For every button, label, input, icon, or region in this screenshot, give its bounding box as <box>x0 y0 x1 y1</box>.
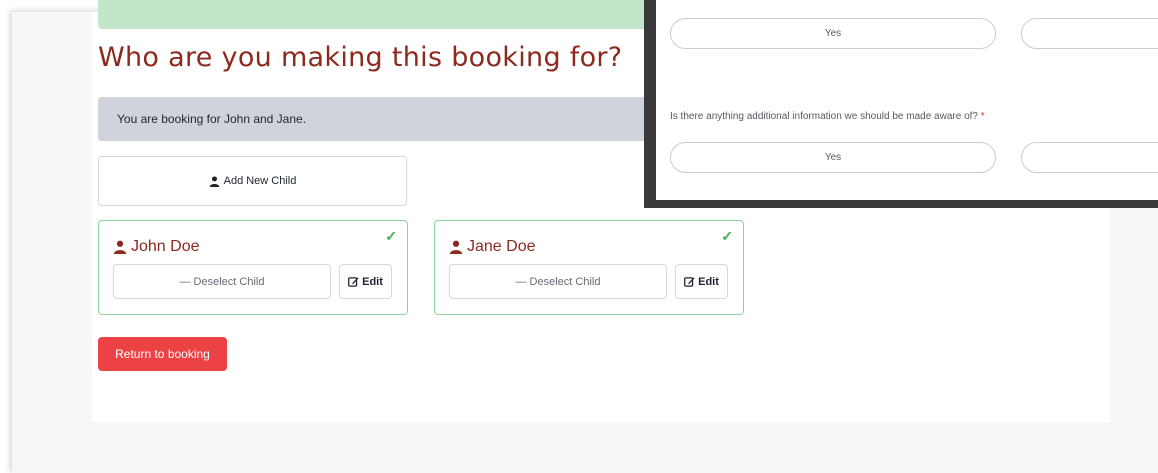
edit-label: Edit <box>362 275 383 288</box>
user-icon <box>449 240 463 254</box>
minus-icon: — <box>179 275 191 288</box>
edit-child-button[interactable]: Edit <box>675 264 728 299</box>
return-to-booking-button[interactable]: Return to booking <box>98 337 227 371</box>
deselect-child-button[interactable]: — Deselect Child <box>449 264 667 299</box>
additional-info-question: Is there anything additional information… <box>670 111 985 122</box>
child-name-row: Jane Doe <box>449 238 536 256</box>
deselect-child-button[interactable]: — Deselect Child <box>113 264 331 299</box>
additional-info-panel: Yes Is there anything additional informa… <box>656 0 1158 200</box>
q1-no-option[interactable] <box>1021 18 1158 49</box>
child-card-john-doe[interactable]: John Doe ✓ — Deselect Child Edit <box>98 220 408 315</box>
minus-icon: — <box>515 275 527 288</box>
user-icon <box>113 240 127 254</box>
page-title: Who are you making this booking for? <box>98 42 623 73</box>
required-marker: * <box>980 111 985 122</box>
child-card-jane-doe[interactable]: Jane Doe ✓ — Deselect Child Edit <box>434 220 744 315</box>
edit-icon <box>348 276 359 287</box>
deselect-child-label: Deselect Child <box>193 275 265 288</box>
success-alert-bar <box>98 0 658 29</box>
edit-icon <box>684 276 695 287</box>
selected-check-icon: ✓ <box>721 228 733 244</box>
booking-info-text: You are booking for John and Jane. <box>117 112 307 126</box>
edit-label: Edit <box>698 275 719 288</box>
question-text: Is there anything additional information… <box>670 111 978 122</box>
deselect-child-label: Deselect Child <box>529 275 601 288</box>
q2-yes-option[interactable]: Yes <box>670 142 996 173</box>
user-icon <box>209 175 220 187</box>
child-name: John Doe <box>131 238 200 255</box>
add-new-child-button[interactable]: Add New Child <box>98 156 407 206</box>
child-name-row: John Doe <box>113 238 200 256</box>
q1-yes-option[interactable]: Yes <box>670 18 996 49</box>
q2-no-option[interactable] <box>1021 142 1158 173</box>
edit-child-button[interactable]: Edit <box>339 264 392 299</box>
selected-check-icon: ✓ <box>385 228 397 244</box>
add-new-child-label: Add New Child <box>223 175 297 187</box>
booking-info-alert: You are booking for John and Jane. <box>98 97 658 141</box>
child-name: Jane Doe <box>467 238 536 255</box>
